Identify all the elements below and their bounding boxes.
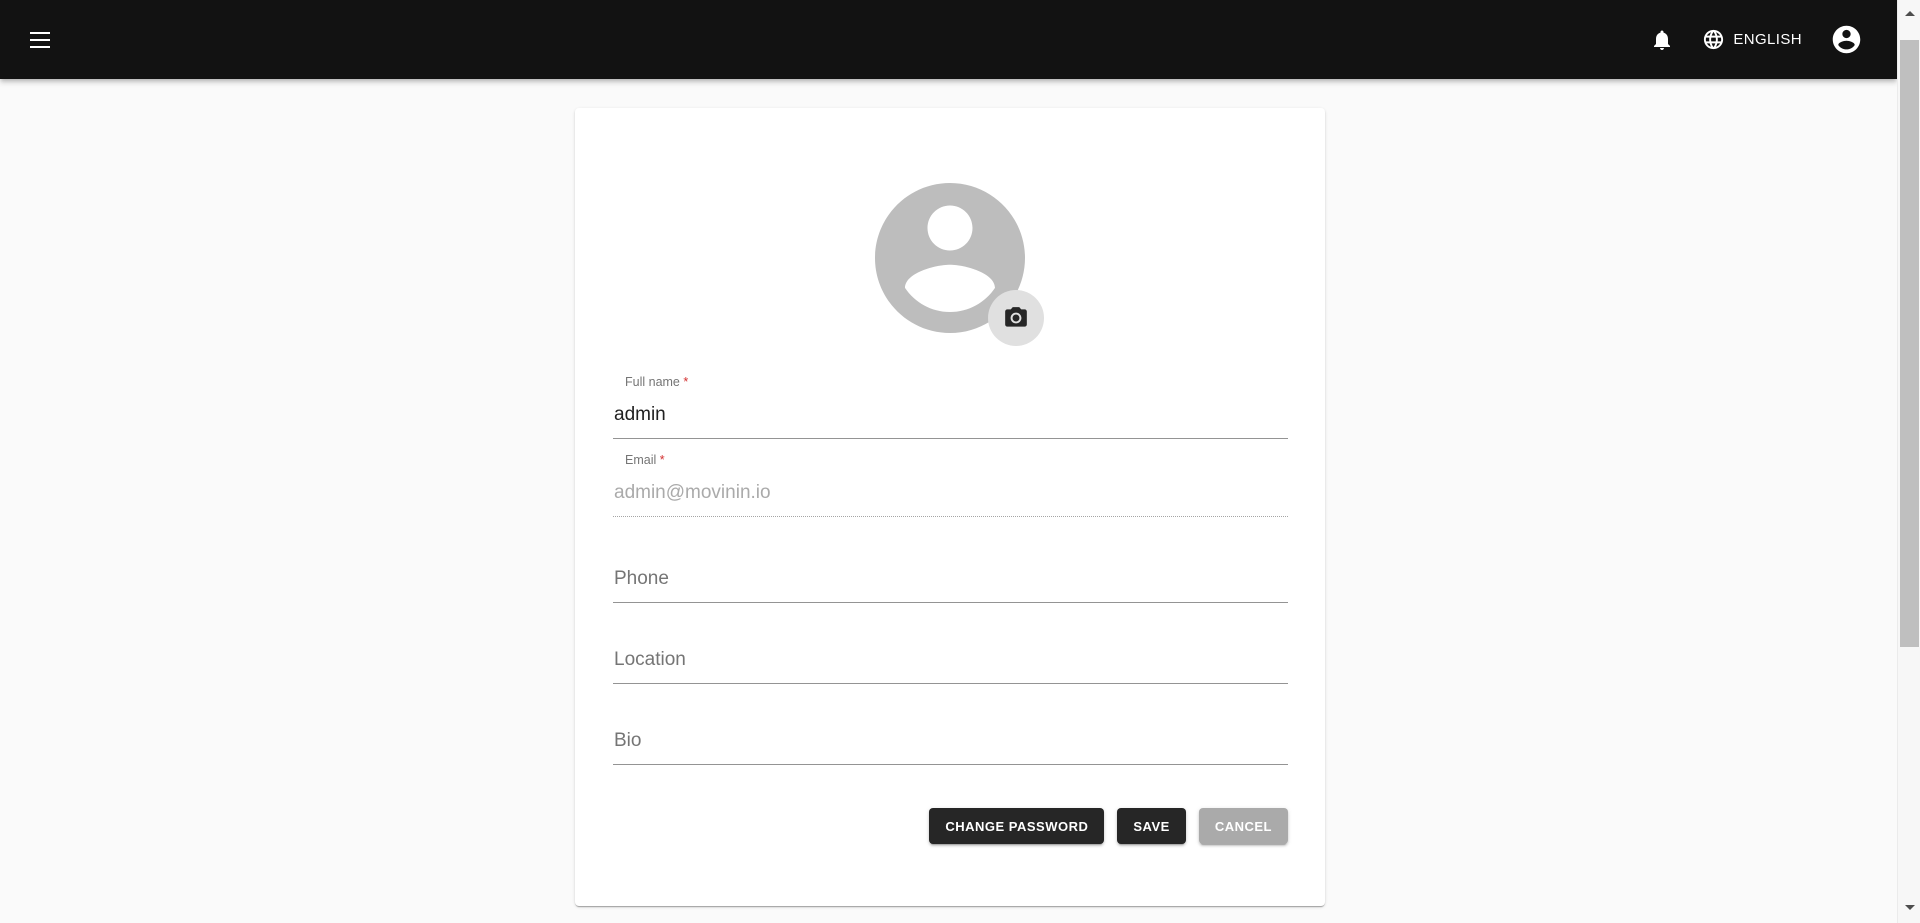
- field-email: Email *: [613, 452, 1288, 517]
- account-circle-icon: [1832, 25, 1861, 54]
- avatar-section: [575, 168, 1325, 358]
- email-label-text: Email: [625, 453, 657, 467]
- vertical-scrollbar[interactable]: [1897, 0, 1920, 923]
- globe-icon: [1704, 29, 1724, 50]
- bio-input[interactable]: [613, 717, 1288, 765]
- email-input: [613, 469, 1288, 517]
- change-password-button[interactable]: CHANGE PASSWORD: [929, 808, 1105, 844]
- scrollbar-up-arrow-icon[interactable]: [1898, 2, 1920, 25]
- full-name-label: Full name *: [625, 374, 688, 390]
- hamburger-menu-icon[interactable]: [16, 16, 64, 64]
- avatar-wrapper: [860, 168, 1044, 348]
- location-input[interactable]: [613, 636, 1288, 684]
- full-name-required-mark: *: [683, 375, 689, 389]
- field-bio: [613, 701, 1288, 765]
- email-required-mark: *: [659, 453, 665, 467]
- hamburger-line: [30, 38, 50, 41]
- hamburger-line: [30, 45, 50, 48]
- field-full-name: Full name *: [613, 374, 1288, 439]
- cancel-button[interactable]: CANCEL: [1198, 808, 1288, 844]
- scrollbar-thumb[interactable]: [1900, 40, 1919, 647]
- language-label: ENGLISH: [1733, 31, 1802, 48]
- field-location: [613, 620, 1288, 684]
- camera-icon: [1005, 307, 1027, 327]
- full-name-input[interactable]: [613, 391, 1288, 439]
- hamburger-line: [30, 31, 50, 34]
- save-button[interactable]: SAVE: [1117, 808, 1186, 844]
- profile-settings-card: Full name * Email *: [575, 108, 1325, 906]
- page-content: Full name * Email *: [0, 79, 1897, 923]
- email-label: Email *: [625, 452, 665, 468]
- browser-viewport: ENGLISH Full name * admin Email * admin@…: [0, 0, 1897, 923]
- header-avatar-button[interactable]: [1824, 17, 1869, 62]
- field-phone: [613, 539, 1288, 603]
- app-header: ENGLISH: [0, 0, 1897, 79]
- full-name-label-text: Full name: [625, 375, 680, 389]
- bell-icon: [1654, 30, 1671, 50]
- form-actions: CHANGE PASSWORD SAVE CANCEL: [613, 808, 1288, 844]
- scrollbar-down-arrow-icon[interactable]: [1898, 896, 1920, 919]
- upload-avatar-button[interactable]: [988, 290, 1044, 346]
- phone-input[interactable]: [613, 555, 1288, 603]
- language-selector-button[interactable]: ENGLISH: [1690, 20, 1814, 59]
- notifications-button[interactable]: [1640, 18, 1684, 62]
- profile-form: Full name * Email *: [613, 374, 1288, 765]
